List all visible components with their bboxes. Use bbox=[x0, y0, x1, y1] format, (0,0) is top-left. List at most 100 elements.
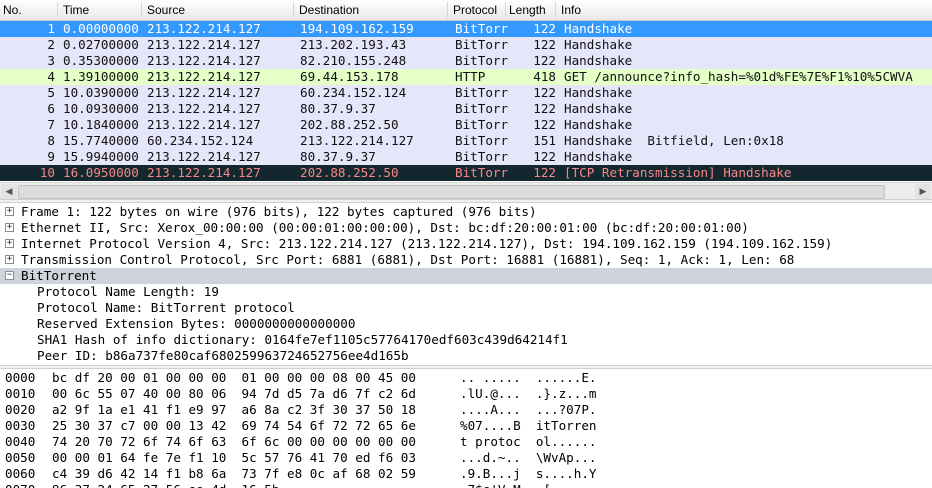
hex-dump-ascii[interactable]: %07....B itTorren bbox=[460, 418, 596, 434]
hex-dump-ascii[interactable]: t protoc ol...... bbox=[460, 434, 596, 450]
hex-dump-ascii[interactable]: .7$e'V.M .[ bbox=[460, 482, 551, 488]
scroll-left-arrow-icon[interactable]: ◀ bbox=[1, 184, 17, 199]
packet-cell-time: 0.02700000 bbox=[63, 37, 139, 52]
packet-cell-src: 213.122.214.127 bbox=[147, 37, 261, 52]
detail-tree-text: Reserved Extension Bytes: 00000000000000… bbox=[37, 316, 356, 331]
detail-tree-text: SHA1 Hash of info dictionary: 0164fe7ef1… bbox=[37, 332, 568, 347]
hex-dump-hex[interactable]: a2 9f 1a e1 41 f1 e9 97 a6 8a c2 3f 30 3… bbox=[52, 402, 416, 418]
packet-cell-src: 213.122.214.127 bbox=[147, 165, 261, 180]
detail-tree-item[interactable]: + Transmission Control Protocol, Src Port… bbox=[0, 252, 932, 268]
packet-row[interactable]: 2 0.02700000 213.122.214.127 213.202.193.43… bbox=[0, 37, 932, 53]
hex-dump-ascii[interactable]: ....A... ...?07P. bbox=[460, 402, 596, 418]
packet-cell-proto: BitTorr bbox=[455, 85, 509, 100]
expand-icon[interactable]: + bbox=[5, 255, 14, 264]
packet-cell-no: 7 bbox=[47, 117, 55, 132]
packet-row[interactable]: 3 0.35300000 213.122.214.127 82.210.155.248… bbox=[0, 53, 932, 69]
packet-row[interactable]: 4 1.39100000 213.122.214.127 69.44.153.178 H… bbox=[0, 69, 932, 85]
packet-cell-dst: 80.37.9.37 bbox=[300, 101, 376, 116]
detail-tree-text: BitTorrent bbox=[21, 268, 97, 283]
hex-dump-row: 0010 00 6c 55 07 40 00 80 06 94 7d d5 7a … bbox=[0, 386, 932, 402]
hex-dump-hex[interactable]: bc df 20 00 01 00 00 00 01 00 00 00 08 0… bbox=[52, 370, 416, 386]
packet-row[interactable]: 10 16.0950000 213.122.214.127 202.88.252.50… bbox=[0, 165, 932, 181]
detail-tree-item[interactable]: Protocol Name: BitTorrent protocol bbox=[0, 300, 932, 316]
packet-cell-info: Handshake bbox=[564, 37, 633, 52]
hex-dump-ascii[interactable]: .lU.@... .}.z...m bbox=[460, 386, 596, 402]
packet-row[interactable]: 5 10.0390000 213.122.214.127 60.234.152.124… bbox=[0, 85, 932, 101]
hex-dump-offset: 0070 bbox=[5, 482, 35, 488]
packet-cell-proto: BitTorr bbox=[455, 133, 509, 148]
packet-list-horizontal-scrollbar[interactable]: ◀ ▶ bbox=[0, 182, 932, 200]
packet-cell-no: 2 bbox=[47, 37, 55, 52]
packet-row[interactable]: 1 0.00000000 213.122.214.127 194.109.162.15… bbox=[0, 21, 932, 37]
hex-dump-hex[interactable]: 74 20 70 72 6f 74 6f 63 6f 6c 00 00 00 0… bbox=[52, 434, 416, 450]
packet-cell-info: Handshake bbox=[564, 53, 633, 68]
expand-icon[interactable]: + bbox=[5, 207, 14, 216]
column-header-length[interactable]: Length bbox=[509, 3, 546, 17]
hex-dump-offset: 0050 bbox=[5, 450, 36, 465]
expand-icon[interactable]: + bbox=[5, 223, 14, 232]
packet-cell-time: 10.1840000 bbox=[63, 117, 139, 132]
hex-dump-ascii[interactable]: .9.B...j s....h.Y bbox=[460, 466, 596, 482]
packet-cell-len: 122 bbox=[533, 117, 556, 132]
detail-tree-item[interactable]: + Ethernet II, Src: Xerox_00:00:00 (00:00… bbox=[0, 220, 932, 236]
packet-cell-time: 10.0390000 bbox=[63, 85, 139, 100]
detail-tree-item[interactable]: Protocol Name Length: 19 bbox=[0, 284, 932, 300]
packet-list-header: No. Time Source Destination Protocol Len… bbox=[0, 0, 932, 21]
detail-tree-item[interactable]: + Internet Protocol Version 4, Src: 213.1… bbox=[0, 236, 932, 252]
column-header-time[interactable]: Time bbox=[63, 3, 89, 17]
hex-dump-ascii[interactable]: .. ..... ......E. bbox=[460, 370, 596, 386]
hex-dump-ascii[interactable]: ...d.~.. \WvAp... bbox=[460, 450, 596, 466]
column-header-destination[interactable]: Destination bbox=[299, 3, 359, 17]
packet-row[interactable]: 9 15.9940000 213.122.214.127 80.37.9.37 BitT… bbox=[0, 149, 932, 165]
hex-dump-row: 0030 25 30 37 c7 00 00 13 42 69 74 54 6f … bbox=[0, 418, 932, 434]
packet-cell-dst: 80.37.9.37 bbox=[300, 149, 376, 164]
detail-tree-item[interactable]: Peer ID: b86a737fe80caf68025996372465275… bbox=[0, 348, 932, 364]
scroll-right-arrow-icon[interactable]: ▶ bbox=[915, 184, 931, 199]
packet-cell-time: 15.7740000 bbox=[63, 133, 139, 148]
packet-cell-src: 213.122.214.127 bbox=[147, 149, 261, 164]
packet-cell-len: 122 bbox=[533, 21, 556, 36]
detail-tree-item[interactable]: SHA1 Hash of info dictionary: 0164fe7ef1… bbox=[0, 332, 932, 348]
hex-dump-row: 0060 c4 39 d6 42 14 f1 b8 6a 73 7f e8 0c … bbox=[0, 466, 932, 482]
packet-cell-no: 3 bbox=[47, 53, 55, 68]
packet-cell-time: 0.35300000 bbox=[63, 53, 139, 68]
packet-cell-len: 151 bbox=[533, 133, 556, 148]
expand-icon[interactable]: + bbox=[5, 239, 14, 248]
packet-row[interactable]: 8 15.7740000 60.234.152.124 213.122.214.127… bbox=[0, 133, 932, 149]
column-header-no[interactable]: No. bbox=[3, 3, 22, 17]
column-header-info[interactable]: Info bbox=[561, 3, 581, 17]
detail-tree-item[interactable]: − BitTorrent bbox=[0, 268, 932, 284]
packet-cell-time: 16.0950000 bbox=[63, 165, 139, 180]
packet-cell-info: Handshake bbox=[564, 21, 633, 36]
packet-cell-len: 122 bbox=[533, 85, 556, 100]
column-header-protocol[interactable]: Protocol bbox=[453, 3, 497, 17]
hex-dump-hex[interactable]: 00 00 01 64 fe 7e f1 10 5c 57 76 41 70 e… bbox=[52, 450, 416, 466]
detail-tree-item[interactable]: Reserved Extension Bytes: 00000000000000… bbox=[0, 316, 932, 332]
packet-cell-info: Handshake bbox=[564, 85, 633, 100]
hex-dump-hex[interactable]: 00 6c 55 07 40 00 80 06 94 7d d5 7a d6 7… bbox=[52, 386, 416, 402]
packet-row[interactable]: 7 10.1840000 213.122.214.127 202.88.252.50 B… bbox=[0, 117, 932, 133]
packet-cell-time: 15.9940000 bbox=[63, 149, 139, 164]
packet-cell-no: 9 bbox=[47, 149, 55, 164]
packet-cell-dst: 60.234.152.124 bbox=[300, 85, 407, 100]
hex-dump-row: 0020 a2 9f 1a e1 41 f1 e9 97 a6 8a c2 3f … bbox=[0, 402, 932, 418]
packet-cell-info: Handshake bbox=[564, 101, 633, 116]
hex-dump-offset: 0040 bbox=[5, 434, 36, 449]
detail-tree-text: Ethernet II, Src: Xerox_00:00:00 (00:00:… bbox=[21, 220, 749, 235]
packet-row[interactable]: 6 10.0930000 213.122.214.127 80.37.9.37 BitT… bbox=[0, 101, 932, 117]
hex-dump-hex[interactable]: c4 39 d6 42 14 f1 b8 6a 73 7f e8 0c af 6… bbox=[52, 466, 416, 482]
hex-dump-hex[interactable]: 25 30 37 c7 00 00 13 42 69 74 54 6f 72 7… bbox=[52, 418, 416, 434]
packet-cell-proto: BitTorr bbox=[455, 21, 509, 36]
packet-list-pane: No. Time Source Destination Protocol Len… bbox=[0, 0, 932, 182]
packet-cell-no: 4 bbox=[47, 69, 55, 84]
packet-cell-len: 122 bbox=[533, 165, 556, 180]
column-header-source[interactable]: Source bbox=[147, 3, 185, 17]
detail-tree-item[interactable]: + Frame 1: 122 bytes on wire (976 bits), … bbox=[0, 204, 932, 220]
collapse-icon[interactable]: − bbox=[5, 271, 14, 280]
hex-dump-offset: 0020 bbox=[5, 402, 36, 417]
hex-dump-hex[interactable]: 96 37 24 65 27 56 ee 4d 16 5b bbox=[52, 482, 279, 488]
packet-cell-no: 5 bbox=[47, 85, 55, 100]
detail-tree-text: Frame 1: 122 bytes on wire (976 bits), 1… bbox=[21, 204, 537, 219]
packet-cell-dst: 213.122.214.127 bbox=[300, 133, 414, 148]
scrollbar-thumb[interactable] bbox=[18, 185, 885, 199]
